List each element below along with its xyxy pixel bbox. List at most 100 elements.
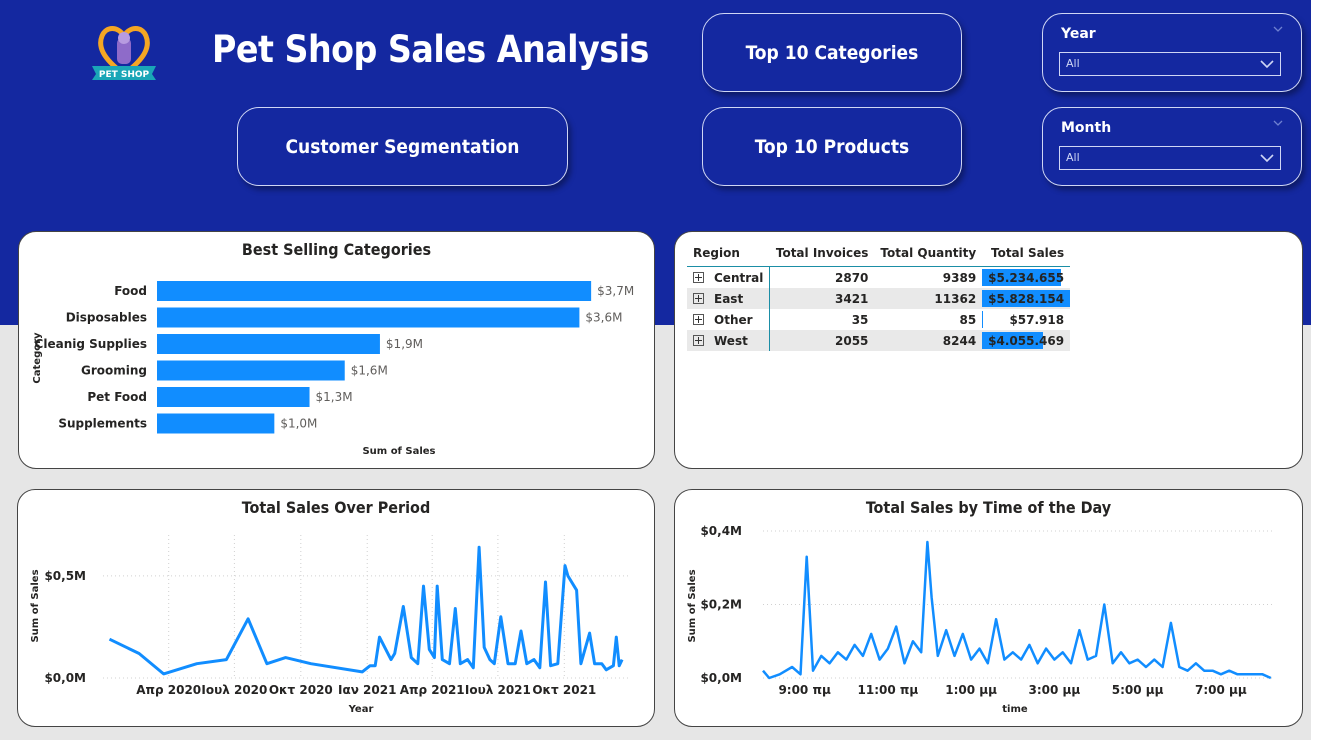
- page-title: Pet Shop Sales Analysis: [212, 28, 649, 71]
- bar[interactable]: [157, 360, 345, 381]
- data-label: $3,7M: [597, 284, 634, 298]
- x-axis-title: time: [1002, 704, 1028, 715]
- category-label: Grooming: [81, 364, 147, 378]
- right-margin: [1311, 0, 1318, 748]
- expand-plus-icon[interactable]: [693, 313, 704, 325]
- category-label: Supplements: [58, 417, 147, 431]
- logo-text: PET SHOP: [99, 70, 150, 80]
- region-label: Other: [714, 312, 753, 327]
- region-cell: West: [687, 330, 771, 351]
- total-invoices-cell: 2055: [835, 333, 869, 348]
- y-axis-title: Sum of Sales: [687, 569, 698, 642]
- expand-plus-icon[interactable]: [693, 271, 704, 283]
- column-header-total-sales[interactable]: Total Sales: [982, 242, 1071, 267]
- region-cell: Other: [687, 309, 771, 330]
- year-slicer: Year All: [1042, 13, 1302, 92]
- bar[interactable]: [157, 387, 310, 407]
- table-row[interactable]: East 3421 11362 $5.828.154: [687, 288, 1071, 309]
- series-line[interactable]: [762, 540, 1272, 680]
- total-sales-cell: $57.918: [982, 309, 1070, 330]
- month-slicer-label: Month: [1061, 120, 1112, 136]
- bar[interactable]: [157, 281, 592, 301]
- y-tick-label: $0,0M: [44, 671, 86, 685]
- region-label: West: [714, 333, 748, 348]
- top10-categories-button[interactable]: Top 10 Categories: [702, 13, 962, 92]
- region-matrix-table: Region Total Invoices Total Quantity Tot…: [687, 242, 1071, 351]
- category-label: Cleanig Supplies: [35, 337, 147, 351]
- x-axis-title: Sum of Sales: [362, 446, 435, 457]
- customer-segmentation-label: Customer Segmentation: [285, 135, 520, 158]
- total-invoices-cell: 3421: [835, 291, 869, 306]
- category-label: Disposables: [66, 311, 147, 325]
- expand-plus-icon[interactable]: [693, 334, 704, 346]
- bar[interactable]: [157, 334, 380, 354]
- total-sales-value: $4.055.469: [988, 333, 1065, 348]
- pet-shop-logo: PET SHOP: [88, 22, 160, 86]
- series-line[interactable]: [108, 545, 624, 676]
- category-label: Food: [114, 284, 147, 298]
- data-label: $1,6M: [351, 364, 388, 378]
- chevron-down-icon[interactable]: [1273, 118, 1283, 128]
- sales-by-time-chart: 9:00 πμ 11:00 πμ 1:00 μμ 3:00 μμ 5:00 μμ 7:00…: [687, 524, 1275, 715]
- year-dropdown-value: All: [1066, 57, 1080, 70]
- bottom-margin: [0, 740, 1318, 748]
- total-sales-cell: $4.055.469: [982, 330, 1070, 351]
- data-label: $1,0M: [280, 417, 317, 431]
- bar[interactable]: [157, 307, 580, 328]
- x-tick-label: Οκτ 2020: [269, 683, 333, 697]
- top10-products-button[interactable]: Top 10 Products: [702, 107, 962, 186]
- x-tick-label: Οκτ 2021: [532, 683, 596, 697]
- data-label: $1,3M: [316, 390, 353, 404]
- customer-segmentation-button[interactable]: Customer Segmentation: [237, 107, 568, 186]
- chevron-down-icon[interactable]: [1273, 24, 1283, 34]
- month-dropdown[interactable]: All: [1059, 146, 1281, 170]
- region-label: Central: [714, 270, 764, 285]
- month-slicer: Month All: [1042, 107, 1302, 186]
- year-dropdown[interactable]: All: [1059, 52, 1281, 76]
- x-tick-label: 3:00 μμ: [1029, 683, 1081, 697]
- x-axis-title: Year: [348, 704, 374, 715]
- sales-data-bar: [982, 311, 984, 328]
- total-sales-value: $5.828.154: [988, 291, 1065, 306]
- sales-over-period-card: Total Sales Over Period Απρ 2020 Ιουλ 202…: [17, 489, 655, 727]
- x-tick-label: Ιουλ 2021: [465, 683, 531, 697]
- category-label: Pet Food: [87, 390, 147, 404]
- top10-products-label: Top 10 Products: [754, 135, 910, 158]
- region-matrix-card: Region Total Invoices Total Quantity Tot…: [674, 231, 1303, 469]
- x-tick-label: Απρ 2020: [136, 683, 201, 697]
- x-tick-label: 1:00 μμ: [945, 683, 997, 697]
- sales-by-time-card: Total Sales by Time of the Day 9:00 πμ 11…: [674, 489, 1303, 727]
- total-sales-value: $5.234.655: [988, 270, 1065, 285]
- expand-plus-icon[interactable]: [693, 292, 704, 304]
- sales-over-period-chart: Απρ 2020 Ιουλ 2020 Οκτ 2020 Ιαν 2021 Απρ 202…: [30, 535, 630, 715]
- total-sales-cell: $5.828.154: [982, 288, 1071, 309]
- x-tick-label: Ιαν 2021: [338, 683, 396, 697]
- total-invoices-cell: 2870: [835, 270, 869, 285]
- year-slicer-label: Year: [1061, 26, 1096, 42]
- best-selling-categories-chart: Food $3,7M Disposables $3,6M Cleanig Supplie…: [32, 281, 634, 457]
- table-row[interactable]: West 2055 8244 $4.055.469: [687, 330, 1071, 351]
- data-label: $3,6M: [585, 311, 622, 325]
- y-tick-label: $0,4M: [700, 524, 742, 538]
- x-tick-label: 7:00 μμ: [1195, 683, 1247, 697]
- y-axis-title: Sum of Sales: [30, 569, 41, 642]
- total-quantity-cell: 11362: [934, 291, 977, 306]
- column-header-total-quantity[interactable]: Total Quantity: [874, 242, 983, 267]
- y-tick-label: $0,5M: [44, 569, 86, 583]
- region-label: East: [714, 291, 744, 306]
- total-sales-value: $57.918: [1009, 312, 1065, 327]
- bar[interactable]: [157, 413, 275, 434]
- y-tick-label: $0,0M: [700, 671, 742, 685]
- x-tick-label: 5:00 μμ: [1112, 683, 1164, 697]
- region-cell: East: [687, 288, 771, 309]
- region-cell: Central: [687, 266, 771, 288]
- column-header-region[interactable]: Region: [687, 242, 770, 267]
- x-tick-label: 11:00 πμ: [858, 683, 919, 697]
- table-row[interactable]: Central 2870 9389 $5.234.655: [687, 266, 1070, 288]
- column-header-total-invoices[interactable]: Total Invoices: [769, 242, 875, 267]
- x-tick-label: Ιουλ 2020: [201, 683, 267, 697]
- best-selling-categories-card: Best Selling Categories Food $3,7M Disposa…: [18, 231, 655, 469]
- total-quantity-cell: 8244: [942, 333, 977, 348]
- table-row[interactable]: Other 35 85 $57.918: [687, 309, 1070, 330]
- chevron-down-icon: [1260, 154, 1274, 163]
